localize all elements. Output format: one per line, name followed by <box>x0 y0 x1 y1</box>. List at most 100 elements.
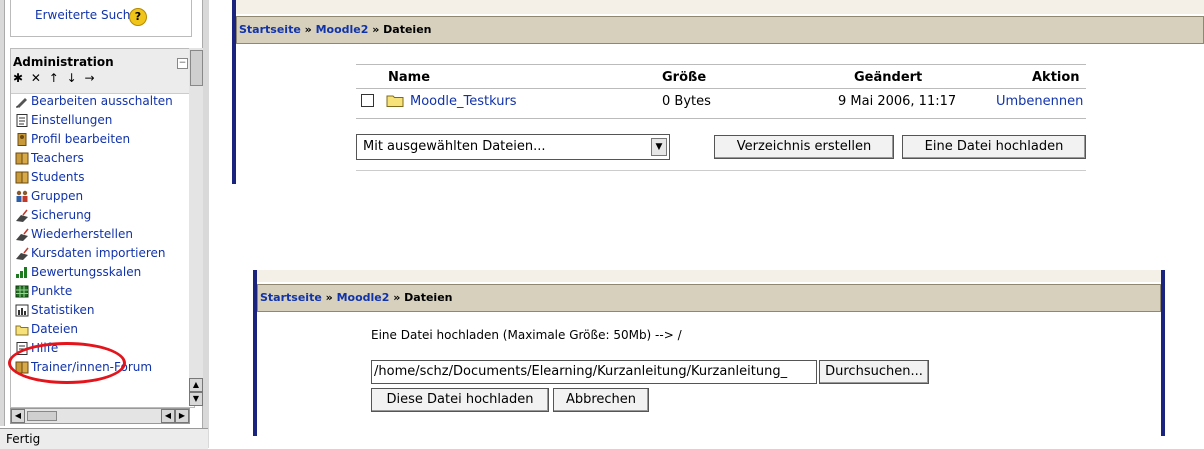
groups-icon <box>16 190 28 202</box>
breadcrumb-course[interactable]: Moodle2 <box>316 23 369 36</box>
sidebar-item-restore[interactable]: Wiederherstellen <box>11 228 187 241</box>
sidebar-item-settings[interactable]: Einstellungen <box>11 114 187 127</box>
help-icon[interactable]: ? <box>129 8 147 26</box>
file-checkbox[interactable] <box>361 94 374 107</box>
select-value: Mit ausgewählten Dateien... <box>363 139 546 154</box>
breadcrumb: Startseite » Moodle2 » Dateien <box>236 16 1204 44</box>
folder-link[interactable]: Moodle_Testkurs <box>410 94 517 109</box>
sidebar-item-label: Sicherung <box>31 208 92 222</box>
file-size: 0 Bytes <box>662 94 711 109</box>
column-header-size[interactable]: Größe <box>662 70 706 85</box>
sidebar-item-label: Bewertungsskalen <box>31 265 142 279</box>
folder-icon <box>15 325 29 336</box>
file-modified: 9 Mai 2006, 11:17 <box>838 94 957 109</box>
sidebar-item-stats[interactable]: Statistiken <box>11 304 187 317</box>
profile-icon <box>17 133 27 146</box>
sidebar-item-label: Wiederherstellen <box>31 227 133 241</box>
breadcrumb-home[interactable]: Startseite <box>239 23 301 36</box>
sidebar-item-edit[interactable]: Bearbeiten ausschalten <box>11 95 187 108</box>
breadcrumb-separator: » <box>321 291 337 304</box>
highlight-circle <box>8 342 126 384</box>
teachers-icon <box>15 152 29 165</box>
breadcrumb-home[interactable]: Startseite <box>260 291 322 304</box>
status-text: Fertig <box>6 432 41 446</box>
students-icon <box>15 171 29 184</box>
sidebar-item-label: Dateien <box>31 322 79 336</box>
browse-button[interactable]: Durchsuchen... <box>819 360 929 384</box>
sidebar-item-import[interactable]: Kursdaten importieren <box>11 247 187 260</box>
sidebar-item-label: Gruppen <box>31 189 84 203</box>
divider <box>356 88 1086 89</box>
sidebar-item-grades[interactable]: Punkte <box>11 285 187 298</box>
block-title: Administration <box>13 55 114 69</box>
sidebar-item-label: Students <box>31 170 85 184</box>
column-header-modified[interactable]: Geändert <box>854 70 922 85</box>
settings-icon <box>16 114 28 127</box>
sidebar-item-label: Einstellungen <box>31 113 113 127</box>
admin-menu: Bearbeiten ausschalten Einstellungen Pro… <box>11 95 187 380</box>
sidebar-item-teachers[interactable]: Teachers <box>11 152 187 165</box>
vertical-scrollbar[interactable]: ▲ ▼ <box>189 48 203 406</box>
breadcrumb-current: Dateien <box>404 291 453 304</box>
sidebar-item-backup[interactable]: Sicherung <box>11 209 187 222</box>
frame-border <box>0 0 5 426</box>
divider <box>356 170 1086 171</box>
sidebar-item-label: Teachers <box>31 151 84 165</box>
sidebar-item-label: Punkte <box>31 284 73 298</box>
edit-icon <box>16 98 27 108</box>
upload-page: Startseite » Moodle2 » Dateien Eine Date… <box>253 270 1165 436</box>
horizontal-scrollbar[interactable]: ◀ ◀ ▶ <box>10 408 190 424</box>
upload-file-button[interactable]: Eine Datei hochladen <box>902 135 1086 159</box>
sidebar: Erweiterte Suche ? Administration − ✱ ✕ … <box>0 0 209 449</box>
sidebar-item-label: Kursdaten importieren <box>31 246 166 260</box>
breadcrumb-course[interactable]: Moodle2 <box>337 291 390 304</box>
header-strip <box>257 270 1161 282</box>
cancel-button[interactable]: Abbrechen <box>553 388 649 412</box>
sidebar-item-groups[interactable]: Gruppen <box>11 190 187 203</box>
column-header-name[interactable]: Name <box>388 70 430 85</box>
frame-border <box>202 0 209 448</box>
block-move-controls[interactable]: ✱ ✕ ↑ ↓ → <box>13 71 97 85</box>
breadcrumb-separator: » <box>368 23 384 36</box>
grades-icon <box>15 285 29 298</box>
scroll-left-icon[interactable]: ◀ <box>161 409 175 423</box>
breadcrumb-text: Startseite » Moodle2 » Dateien <box>239 23 432 36</box>
sidebar-item-scales[interactable]: Bewertungsskalen <box>11 266 187 279</box>
file-path-input[interactable]: /home/schz/Documents/Elearning/Kurzanlei… <box>371 360 817 384</box>
chevron-down-icon[interactable]: ▼ <box>651 138 667 156</box>
sidebar-item-files[interactable]: Dateien <box>11 323 187 336</box>
upload-heading: Eine Datei hochladen (Maximale Größe: 50… <box>371 328 682 342</box>
breadcrumb-separator: » <box>389 291 405 304</box>
sidebar-item-students[interactable]: Students <box>11 171 187 184</box>
stats-icon <box>15 304 29 317</box>
scrollbar-thumb[interactable] <box>27 411 57 421</box>
scroll-right-icon[interactable]: ▶ <box>175 409 189 423</box>
scroll-left-icon[interactable]: ◀ <box>11 409 25 423</box>
scales-icon <box>16 267 27 278</box>
rename-link[interactable]: Umbenennen <box>996 94 1083 109</box>
bulk-action-select[interactable]: Mit ausgewählten Dateien... ▼ <box>356 134 670 160</box>
breadcrumb-separator: » <box>300 23 316 36</box>
block-header: Administration − ✱ ✕ ↑ ↓ → <box>11 49 194 94</box>
create-folder-button[interactable]: Verzeichnis erstellen <box>714 135 894 159</box>
collapse-icon[interactable]: − <box>177 58 188 69</box>
files-page: Startseite » Moodle2 » Dateien Name Größ… <box>232 0 1204 184</box>
advanced-search-link[interactable]: Erweiterte Suche <box>35 8 138 22</box>
breadcrumb: Startseite » Moodle2 » Dateien <box>257 284 1161 312</box>
status-bar: Fertig <box>0 428 208 449</box>
scrollbar-thumb[interactable] <box>190 50 203 86</box>
sidebar-item-label: Profil bearbeiten <box>31 132 131 146</box>
restore-icon <box>16 228 29 241</box>
file-path-value: /home/schz/Documents/Elearning/Kurzanlei… <box>374 364 788 379</box>
backup-icon <box>16 209 28 222</box>
sidebar-item-profile[interactable]: Profil bearbeiten <box>11 133 187 146</box>
sidebar-item-label: Bearbeiten ausschalten <box>31 94 173 108</box>
header-strip <box>236 0 1204 14</box>
scroll-down-icon[interactable]: ▼ <box>189 392 203 406</box>
sidebar-item-label: Statistiken <box>31 303 95 317</box>
submit-upload-button[interactable]: Diese Datei hochladen <box>371 388 549 412</box>
search-block: Erweiterte Suche ? <box>10 0 192 37</box>
scroll-up-icon[interactable]: ▲ <box>189 378 203 392</box>
breadcrumb-text: Startseite » Moodle2 » Dateien <box>260 291 453 304</box>
folder-icon <box>386 95 404 107</box>
